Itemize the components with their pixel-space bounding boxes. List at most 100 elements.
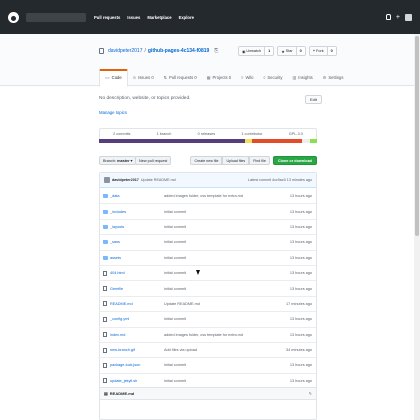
fork-button[interactable]: ⑂ Fork 0	[308, 46, 337, 56]
watch-count[interactable]: 1	[264, 47, 274, 55]
tab-pull-requests[interactable]: ⇅ Pull requests 0	[159, 69, 202, 87]
branch-select-button[interactable]: Branch: master ▾	[99, 156, 137, 165]
tab-insights[interactable]: ▥ Insights	[288, 69, 318, 87]
file-commit-message[interactable]: added images folder, css template for ex…	[164, 194, 243, 198]
tab-security[interactable]: ◊ Security	[258, 69, 287, 87]
create-new-file-button[interactable]: Create new file	[190, 156, 223, 165]
nav-explore[interactable]: Explore	[179, 15, 194, 20]
file-row[interactable]: package-lock.json initial commit 13 hours …	[100, 357, 316, 372]
file-row[interactable]: _layouts initial commit 13 hours ago	[100, 218, 316, 234]
file-name-link[interactable]: _includes	[110, 210, 126, 214]
file-commit-message[interactable]: initial commit	[164, 225, 186, 229]
search-input[interactable]	[26, 12, 86, 22]
nav-issues[interactable]: Issues	[127, 15, 140, 20]
nav-marketplace[interactable]: Marketplace	[147, 15, 171, 20]
contributors-link[interactable]: 1 contributor	[241, 132, 262, 136]
file-commit-message[interactable]: initial commit	[164, 317, 186, 321]
tab-projects[interactable]: ▦ Projects 0	[202, 69, 236, 87]
file-name-link[interactable]: _data	[110, 194, 120, 198]
bell-icon[interactable]	[385, 14, 391, 20]
license-link[interactable]: GPL-3.0	[289, 132, 303, 136]
user-avatar[interactable]	[405, 13, 412, 21]
file-name-link[interactable]: package-lock.json	[110, 363, 140, 367]
language-segment[interactable]	[301, 139, 311, 143]
file-row[interactable]: 404.html initial commit 13 hours ago	[100, 264, 316, 280]
repo-owner-link[interactable]: davidpeter2017	[108, 48, 142, 54]
file-name-link[interactable]: index.md	[110, 333, 125, 337]
commit-author-avatar[interactable]	[104, 177, 110, 183]
star-count[interactable]: 0	[295, 47, 305, 55]
file-row[interactable]: assets initial commit 13 hours ago	[100, 249, 316, 265]
tab-code[interactable]: <> Code	[99, 69, 128, 87]
file-row[interactable]: new-branch.gif Add files via upload 34 min…	[100, 341, 316, 357]
file-name-link[interactable]: README.md	[110, 302, 133, 306]
file-commit-age: 13 hours ago	[289, 286, 312, 291]
folder-icon	[103, 240, 108, 245]
language-bar[interactable]	[99, 139, 317, 143]
manage-topics-link[interactable]: Manage topics	[99, 110, 127, 115]
file-commit-message[interactable]: initial commit	[164, 240, 186, 244]
github-logo-icon[interactable]	[8, 11, 19, 23]
tab-issues[interactable]: ⊙ Issues 0	[128, 69, 159, 87]
file-commit-age: 17 minutes ago	[286, 301, 312, 306]
copy-icon[interactable]: ⎘	[214, 48, 218, 54]
file-commit-age: 13 hours ago	[289, 224, 312, 229]
repo-name-link[interactable]: github-pages-4c134-f0819	[148, 48, 209, 54]
commits-link[interactable]: 2 commits	[113, 132, 130, 136]
star-button[interactable]: ★ Star 0	[277, 46, 306, 56]
file-commit-message[interactable]: Update README.md	[164, 302, 200, 306]
tab-wiki[interactable]: ≡ Wiki	[236, 69, 258, 87]
releases-link[interactable]: 0 releases	[198, 132, 216, 136]
file-name-link[interactable]: assets	[110, 256, 121, 260]
file-commit-message[interactable]: initial commit	[164, 287, 186, 291]
file-name-link[interactable]: Gemfile	[110, 287, 123, 291]
file-row[interactable]: Gemfile initial commit 13 hours ago	[100, 280, 316, 295]
file-name-link[interactable]: update_jekyll.sh	[110, 379, 137, 383]
file-commit-message[interactable]: added images folder, css template for ex…	[164, 333, 243, 337]
file-name-link[interactable]: 404.html	[110, 271, 125, 275]
file-commit-age: 13 hours ago	[289, 209, 312, 214]
commit-message[interactable]: Update README.md	[141, 178, 176, 182]
branches-link[interactable]: 1 branch	[157, 132, 172, 136]
repo-icon	[99, 48, 104, 54]
folder-icon	[103, 209, 108, 214]
tab-projects-label: Projects 0	[212, 74, 232, 80]
file-commit-message[interactable]: Add files via upload	[164, 348, 197, 352]
file-name-link[interactable]: _layouts	[110, 225, 124, 229]
file-row[interactable]: README.md Update README.md 17 minutes ago	[100, 295, 316, 311]
tab-settings[interactable]: ⚙ Settings	[318, 69, 349, 87]
file-row[interactable]: update_jekyll.sh initial commit 13 hours a…	[100, 372, 316, 388]
eye-icon: ◉	[242, 49, 246, 54]
pencil-icon[interactable]: ✎	[309, 391, 312, 396]
file-commit-message[interactable]: initial commit	[164, 210, 186, 214]
file-row[interactable]: index.md added images folder, css templat…	[100, 326, 316, 342]
file-row[interactable]: _config.yml initial commit 13 hours ago	[100, 311, 316, 326]
file-name-link[interactable]: _sass	[110, 240, 120, 244]
fork-count[interactable]: 0	[326, 47, 336, 55]
file-name-link[interactable]: _config.yml	[110, 317, 129, 321]
scrollbar-thumb[interactable]	[415, 36, 419, 236]
nav-pull-requests[interactable]: Pull requests	[94, 15, 120, 20]
file-row[interactable]: _sass initial commit 13 hours ago	[100, 234, 316, 249]
language-segment[interactable]	[310, 139, 317, 143]
find-file-button[interactable]: Find file	[249, 156, 270, 165]
file-name-link[interactable]: new-branch.gif	[110, 348, 135, 352]
file-commit-message[interactable]: initial commit	[164, 363, 186, 367]
file-row[interactable]: _includes initial commit 13 hours ago	[100, 203, 316, 218]
language-segment[interactable]	[99, 139, 246, 143]
edit-description-button[interactable]: Edit	[305, 95, 322, 104]
plus-icon[interactable]: +	[396, 14, 400, 21]
latest-commit-meta[interactable]: Latest commit 4cc9ac0 13 minutes ago	[248, 178, 312, 182]
clone-download-button[interactable]: Clone or download	[272, 156, 317, 165]
readme-title: README.md	[109, 391, 135, 396]
commit-author[interactable]: davidpeter2017	[112, 178, 139, 182]
file-commit-message[interactable]: initial commit	[164, 271, 186, 275]
file-commit-message[interactable]: initial commit	[164, 256, 186, 260]
new-pull-request-button[interactable]: New pull request	[135, 156, 172, 165]
watch-button[interactable]: ◉ Unwatch 1	[238, 46, 275, 56]
file-row[interactable]: _data added images folder, css template f…	[100, 188, 316, 203]
file-commit-message[interactable]: initial commit	[164, 379, 186, 383]
upload-files-button[interactable]: Upload files	[222, 156, 250, 165]
language-segment[interactable]	[251, 139, 302, 143]
tab-insights-label: Insights	[298, 74, 313, 80]
